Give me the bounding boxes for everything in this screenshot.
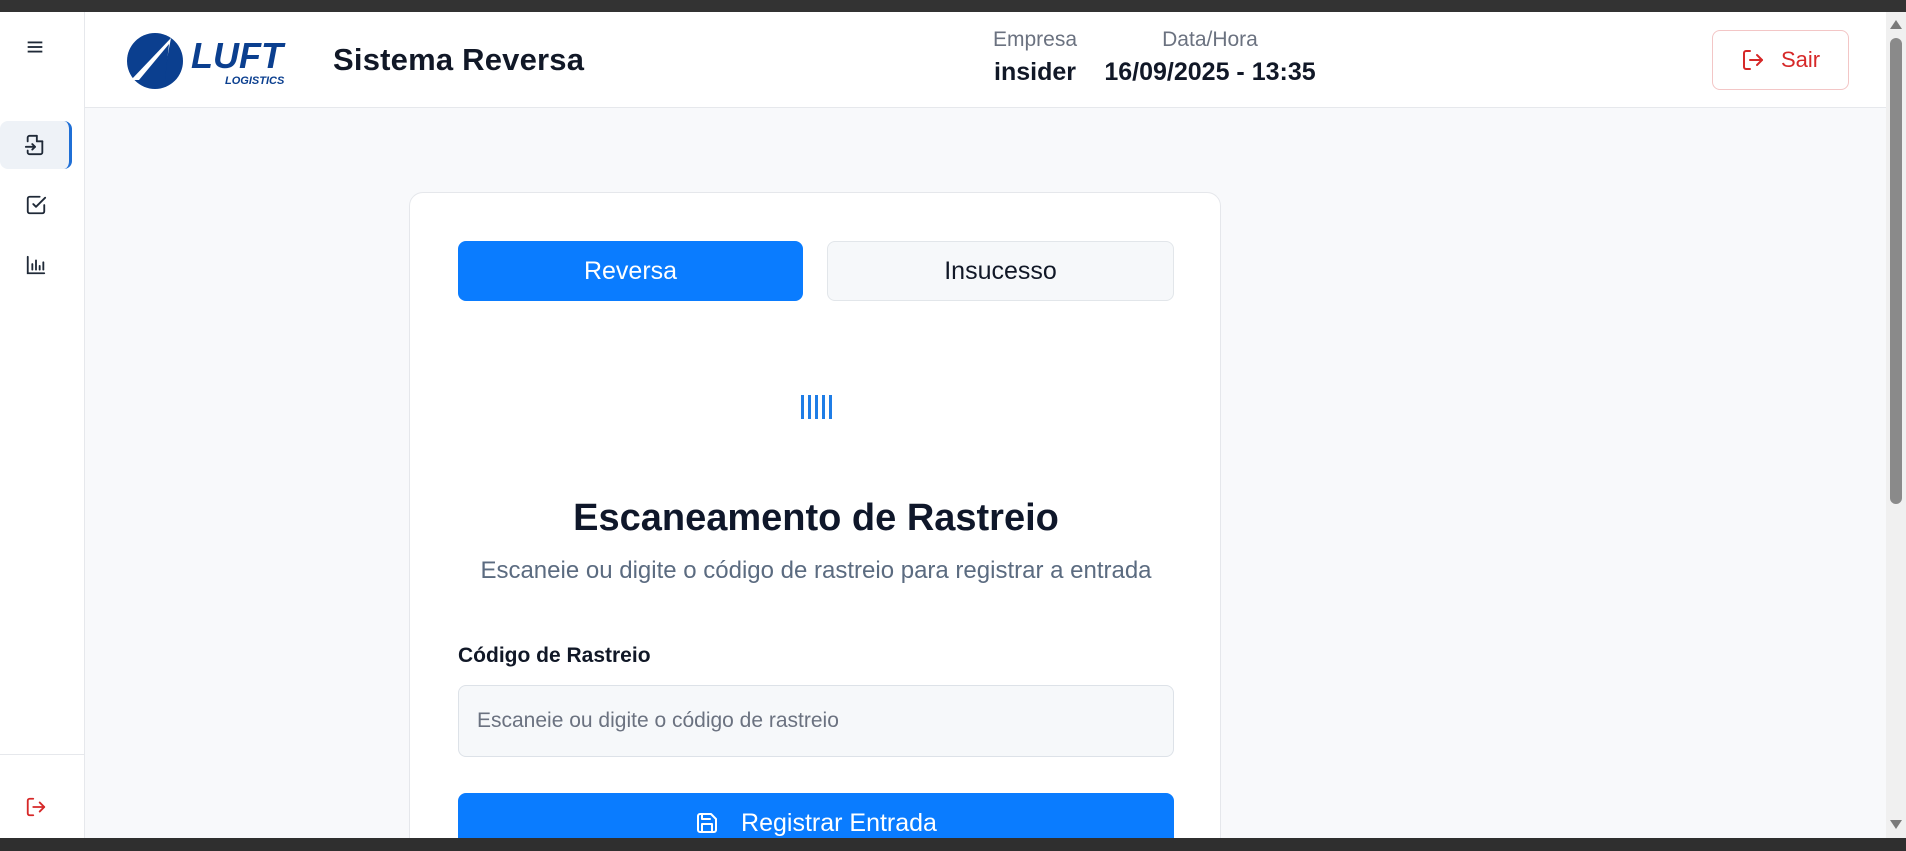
taskbar-strip: [0, 838, 1906, 851]
svg-text:LOGISTICS: LOGISTICS: [225, 75, 285, 87]
checkbox-icon: [26, 195, 47, 215]
scroll-down-arrow-icon[interactable]: [1890, 820, 1902, 829]
bar-chart-icon: [26, 255, 46, 275]
scroll-up-arrow-icon[interactable]: [1890, 20, 1902, 29]
scan-subtitle: Escaneie ou digite o código de rastreio …: [480, 557, 1152, 584]
logout-button[interactable]: Sair: [1712, 30, 1849, 90]
hamburger-icon: [27, 41, 43, 53]
file-input-icon: [24, 134, 43, 156]
luft-logo: LUFT LOGISTICS: [125, 30, 315, 90]
barcode-icon: [799, 393, 835, 421]
logout-label: Sair: [1780, 47, 1821, 72]
page-scrollbar[interactable]: [1886, 12, 1906, 838]
register-entry-label: Registrar Entrada: [741, 808, 937, 837]
scan-title: Escaneamento de Rastreio: [573, 497, 1059, 539]
sidebar-item-reports[interactable]: [0, 241, 72, 289]
logout-icon: [26, 797, 46, 817]
scan-card: Reversa Insucesso Escaneamento de Rastre…: [409, 192, 1221, 838]
company-label: Empresa: [992, 28, 1078, 51]
sidebar-divider: [0, 754, 85, 755]
sidebar-item-entrada[interactable]: [0, 121, 72, 169]
company-value: insider: [994, 58, 1076, 86]
save-icon: [697, 813, 718, 833]
datetime-info: Data/Hora 16/09/2025 - 13:35: [1090, 28, 1330, 87]
app-viewport: LUFT LOGISTICS Sistema Reversa Empresa i…: [0, 12, 1886, 838]
sidebar-menu-toggle[interactable]: [0, 22, 70, 72]
tracking-code-input[interactable]: [458, 685, 1174, 757]
datetime-label: Data/Hora: [1162, 28, 1258, 51]
tab-insucesso[interactable]: Insucesso: [827, 241, 1174, 301]
svg-text:LUFT: LUFT: [191, 35, 286, 76]
sidebar-item-checklist[interactable]: [0, 181, 72, 229]
scroll-thumb[interactable]: [1890, 38, 1902, 504]
tab-reversa[interactable]: Reversa: [458, 241, 803, 301]
sidebar: [0, 12, 85, 838]
top-header: LUFT LOGISTICS Sistema Reversa Empresa i…: [85, 12, 1886, 108]
sidebar-logout[interactable]: [0, 783, 72, 831]
app-title: Sistema Reversa: [333, 42, 585, 77]
register-entry-button[interactable]: Registrar Entrada: [458, 793, 1174, 838]
logout-icon: [1742, 50, 1763, 70]
company-info: Empresa insider: [965, 28, 1105, 87]
browser-top-strip: [0, 0, 1906, 12]
datetime-value: 16/09/2025 - 13:35: [1104, 58, 1316, 86]
tracking-code-label: Código de Rastreio: [458, 644, 651, 667]
